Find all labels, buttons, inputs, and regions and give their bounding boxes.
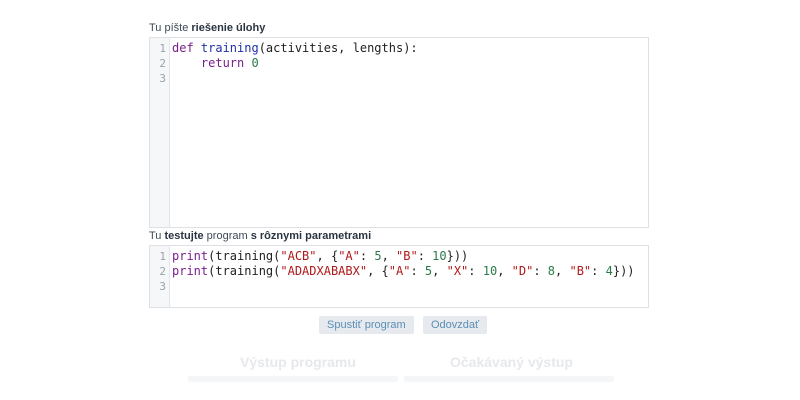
code-text: print(training("ACB", {"A": 5, "B": 10})… <box>172 249 468 264</box>
tests-label-bold-testujte: testujte <box>164 230 204 242</box>
code-token: "ACB" <box>280 249 317 263</box>
code-token: "B" <box>396 249 418 263</box>
code-token: (activities, lengths): <box>258 41 418 55</box>
code-token: , <box>432 264 447 278</box>
solution-editor[interactable]: 1 def training(activities, lengths): 2 ret… <box>149 37 649 228</box>
code-token: , { <box>367 264 389 278</box>
code-token: 5 <box>374 249 382 263</box>
code-token: , <box>381 249 397 263</box>
code-token: 10 <box>482 264 498 278</box>
line-number: 3 <box>159 280 166 293</box>
code-token: "B" <box>569 264 592 278</box>
code-token: : <box>468 264 483 278</box>
solution-label-bold: riešenie úlohy <box>191 22 266 34</box>
code-token: print <box>172 249 209 263</box>
code-token: : <box>533 264 548 278</box>
code-token: 0 <box>251 56 259 70</box>
code-token: 8 <box>547 264 556 278</box>
code-token: "A" <box>388 264 411 278</box>
code-text: return 0 <box>172 56 259 71</box>
solution-label: Tu píšte riešenie úlohy <box>149 22 265 34</box>
code-text: print(training("ADADXABABX", {"A": 5, "X… <box>172 264 635 279</box>
code-token: : <box>410 264 425 278</box>
program-output-heading: Výstup programu <box>240 354 356 370</box>
tests-label: Tu testujte program s rôznymi parametram… <box>149 230 371 242</box>
line-number: 1 <box>159 250 166 263</box>
code-token: training <box>200 41 259 55</box>
program-output-panel <box>188 376 398 382</box>
code-token: return <box>200 56 252 70</box>
code-token: "A" <box>338 249 360 263</box>
expected-output-panel <box>404 376 614 382</box>
code-token: : <box>359 249 375 263</box>
code-token: , <box>555 264 570 278</box>
code-token: print <box>172 264 209 278</box>
code-token: , { <box>316 249 339 263</box>
run-program-button[interactable]: Spustiť program <box>319 316 414 334</box>
tests-editor[interactable]: 1 print(training("ACB", {"A": 5, "B": 10}… <box>149 245 649 308</box>
code-token: : <box>417 249 433 263</box>
code-token: 10 <box>432 249 447 263</box>
code-token: "X" <box>446 264 469 278</box>
tests-label-mid: program <box>203 230 251 242</box>
code-token: : <box>591 264 606 278</box>
line-number: 1 <box>159 42 166 55</box>
code-token: "D" <box>511 264 534 278</box>
expected-output-heading: Očakávaný výstup <box>450 354 573 370</box>
code-token: })) <box>612 264 635 278</box>
line-number: 3 <box>159 72 166 85</box>
line-number: 2 <box>159 265 166 278</box>
code-token: (training( <box>208 249 281 263</box>
solution-label-prefix: Tu píšte <box>149 22 192 34</box>
code-token: , <box>497 264 512 278</box>
code-text: def training(activities, lengths): <box>172 41 418 56</box>
tests-label-prefix: Tu <box>149 230 165 242</box>
code-token: def <box>172 41 201 55</box>
code-token: 4 <box>605 264 613 278</box>
code-token: (training( <box>208 264 281 278</box>
tests-label-bold-params: s rôznymi parametrami <box>250 230 372 242</box>
code-token: "ADADXABABX" <box>280 264 368 278</box>
line-number: 2 <box>159 57 166 70</box>
code-token: })) <box>446 249 469 263</box>
submit-button[interactable]: Odovzdať <box>423 316 488 334</box>
